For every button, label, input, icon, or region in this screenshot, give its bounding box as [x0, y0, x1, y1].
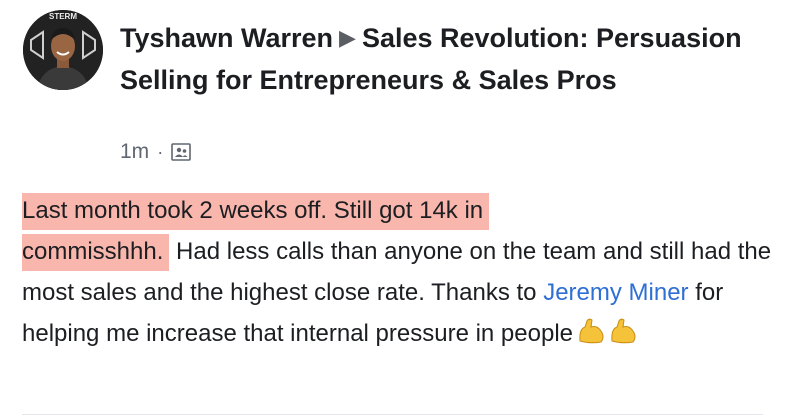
group-privacy-icon: [171, 143, 191, 161]
post-meta: 1m ·: [120, 140, 191, 164]
post-body: Last month took 2 weeks off. Still got 1…: [22, 190, 782, 358]
post-header: Tyshawn Warren ▶ Sales Revolution: Persuas…: [120, 18, 770, 100]
flexed-biceps-icon: [577, 317, 641, 358]
timestamp[interactable]: 1m: [120, 140, 149, 164]
author-name[interactable]: Tyshawn Warren: [120, 23, 333, 53]
highlighted-text-line2: commisshhh.: [22, 234, 170, 271]
avatar-badge-text: STERM: [49, 12, 77, 21]
divider: [22, 414, 763, 415]
avatar[interactable]: STERM: [23, 10, 103, 90]
meta-separator: ·: [157, 141, 164, 162]
highlighted-text-line1: Last month took 2 weeks off. Still got 1…: [22, 193, 490, 230]
mention-link[interactable]: Jeremy Miner: [543, 279, 688, 306]
post-card: STERM Tyshawn Warren ▶ Sales Revolution: P…: [0, 0, 785, 420]
group-arrow-icon: ▶: [339, 25, 356, 50]
